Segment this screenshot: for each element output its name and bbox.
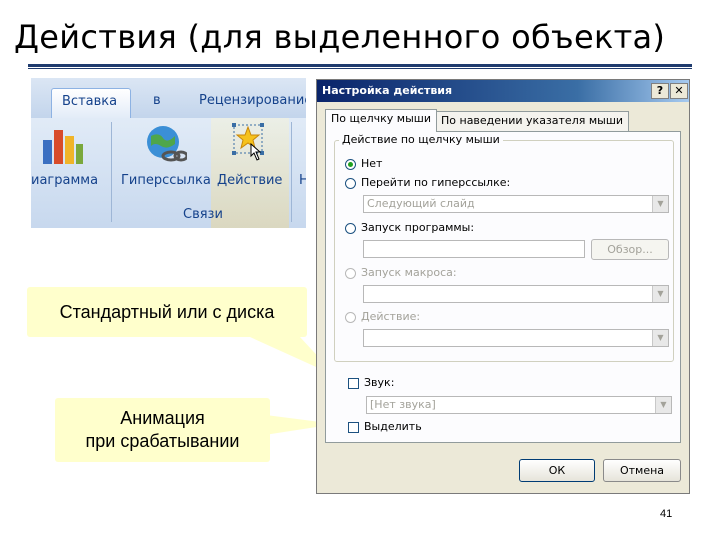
sound-select-value: [Нет звука] [370, 398, 436, 411]
radio-none[interactable] [345, 159, 356, 170]
program-path-input[interactable] [363, 240, 585, 258]
sound-select[interactable]: [Нет звука] ▼ [366, 396, 672, 414]
chevron-down-icon: ▼ [652, 286, 668, 302]
radio-run-program[interactable] [345, 223, 356, 234]
highlight-checkbox[interactable] [348, 422, 359, 433]
radio-action-label: Действие: [361, 310, 421, 323]
tab-mouse-click[interactable]: По щелчку мыши [325, 109, 438, 132]
help-button[interactable]: ? [651, 83, 669, 99]
action-select[interactable]: ▼ [363, 329, 669, 347]
click-action-group: Действие по щелчку мыши Нет Перейти по г… [334, 133, 674, 362]
radio-action[interactable] [345, 312, 356, 323]
callout-sound-source: Стандартный или с диска [27, 287, 307, 337]
radio-hyperlink-label: Перейти по гиперссылке: [361, 176, 511, 189]
hyperlink-select[interactable]: Следующий слайд ▼ [363, 195, 669, 213]
page-number: 41 [660, 508, 673, 520]
action-settings-dialog: Настройка действия ? ✕ По щелчку мыши По… [316, 79, 690, 494]
dialog-title: Настройка действия [322, 84, 453, 97]
callout-highlight-animation: Анимация при срабатывании [55, 398, 270, 462]
close-button[interactable]: ✕ [670, 83, 688, 99]
callout-highlight-line2: при срабатывании [85, 431, 240, 451]
ok-button[interactable]: ОК [519, 459, 595, 482]
sound-checkbox[interactable] [348, 378, 359, 389]
cancel-button[interactable]: Отмена [603, 459, 681, 482]
radio-run-program-label: Запуск программы: [361, 221, 475, 234]
macro-select[interactable]: ▼ [363, 285, 669, 303]
chevron-down-icon: ▼ [652, 330, 668, 346]
hyperlink-select-value: Следующий слайд [367, 197, 475, 210]
radio-run-macro[interactable] [345, 268, 356, 279]
highlight-label: Выделить [364, 420, 422, 433]
sound-label: Звук: [364, 376, 395, 389]
radio-none-label: Нет [361, 157, 383, 170]
callout-highlight-line1: Анимация [120, 408, 205, 428]
chevron-down-icon: ▼ [655, 397, 671, 413]
radio-run-macro-label: Запуск макроса: [361, 266, 457, 279]
dialog-tab-panel: Действие по щелчку мыши Нет Перейти по г… [325, 131, 681, 443]
chevron-down-icon: ▼ [652, 196, 668, 212]
tab-mouse-over[interactable]: По наведении указателя мыши [435, 111, 630, 132]
radio-hyperlink[interactable] [345, 178, 356, 189]
browse-button[interactable]: Обзор... [591, 239, 669, 260]
dialog-titlebar: Настройка действия ? ✕ [317, 80, 689, 102]
click-action-group-title: Действие по щелчку мыши [339, 133, 503, 146]
